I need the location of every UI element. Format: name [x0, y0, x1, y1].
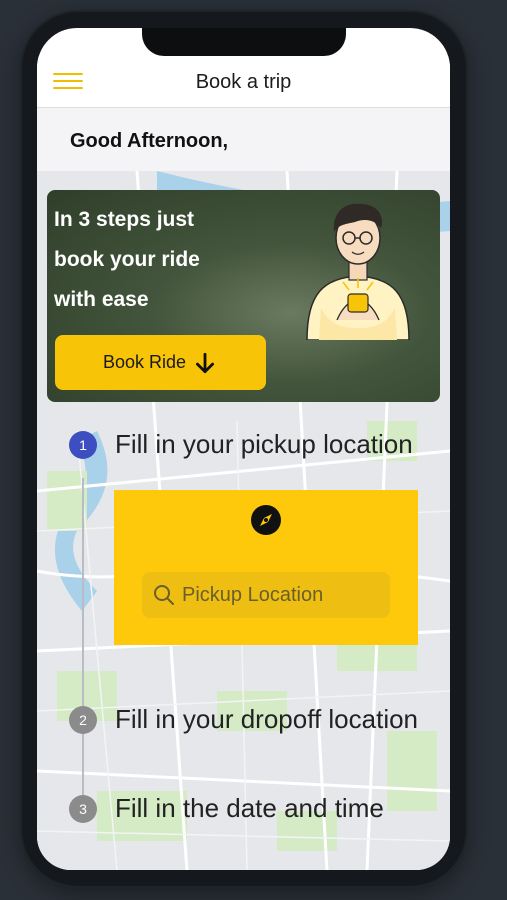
- hero-line: with ease: [54, 288, 149, 311]
- arrow-down-icon: [192, 350, 218, 376]
- compass-icon[interactable]: [250, 504, 282, 536]
- pickup-location-input[interactable]: [182, 583, 382, 607]
- page-title: Book a trip: [195, 71, 292, 93]
- step-item-2[interactable]: 2 Fill in your dropoff location: [69, 704, 420, 735]
- greeting-bar: Good Afternoon,: [37, 108, 450, 171]
- hero-heading: In 3 steps just book your ride with ease: [54, 200, 254, 320]
- step-label: Fill in your pickup location: [115, 429, 413, 459]
- hero-line: book your ride: [54, 248, 200, 271]
- hero-line: In 3 steps just: [54, 208, 195, 231]
- step-item-3[interactable]: 3 Fill in the date and time: [69, 793, 435, 824]
- app-screen: Book a trip Good Afternoon, In 3 steps j…: [37, 28, 450, 870]
- pickup-card: [114, 490, 418, 645]
- person-with-phone-illustration: [299, 198, 417, 341]
- step-item-1[interactable]: 1 Fill in your pickup location: [69, 429, 420, 460]
- step-label: Fill in your dropoff location: [115, 704, 419, 734]
- search-icon: [152, 583, 176, 607]
- step-number-badge: 3: [69, 794, 97, 823]
- step-number-badge: 1: [69, 430, 97, 459]
- step-number-badge: 2: [69, 705, 97, 734]
- pickup-search-box[interactable]: [142, 572, 390, 618]
- book-ride-label: Book Ride: [102, 352, 187, 372]
- step-label: Fill in the date and time: [115, 793, 384, 823]
- app-header: Book a trip: [37, 56, 450, 108]
- book-ride-button[interactable]: Book Ride: [55, 335, 266, 390]
- phone-notch: [142, 28, 346, 56]
- hero-banner: In 3 steps just book your ride with ease…: [47, 190, 440, 402]
- stepper-connector: [82, 478, 84, 814]
- greeting-text: Good Afternoon,: [70, 130, 229, 152]
